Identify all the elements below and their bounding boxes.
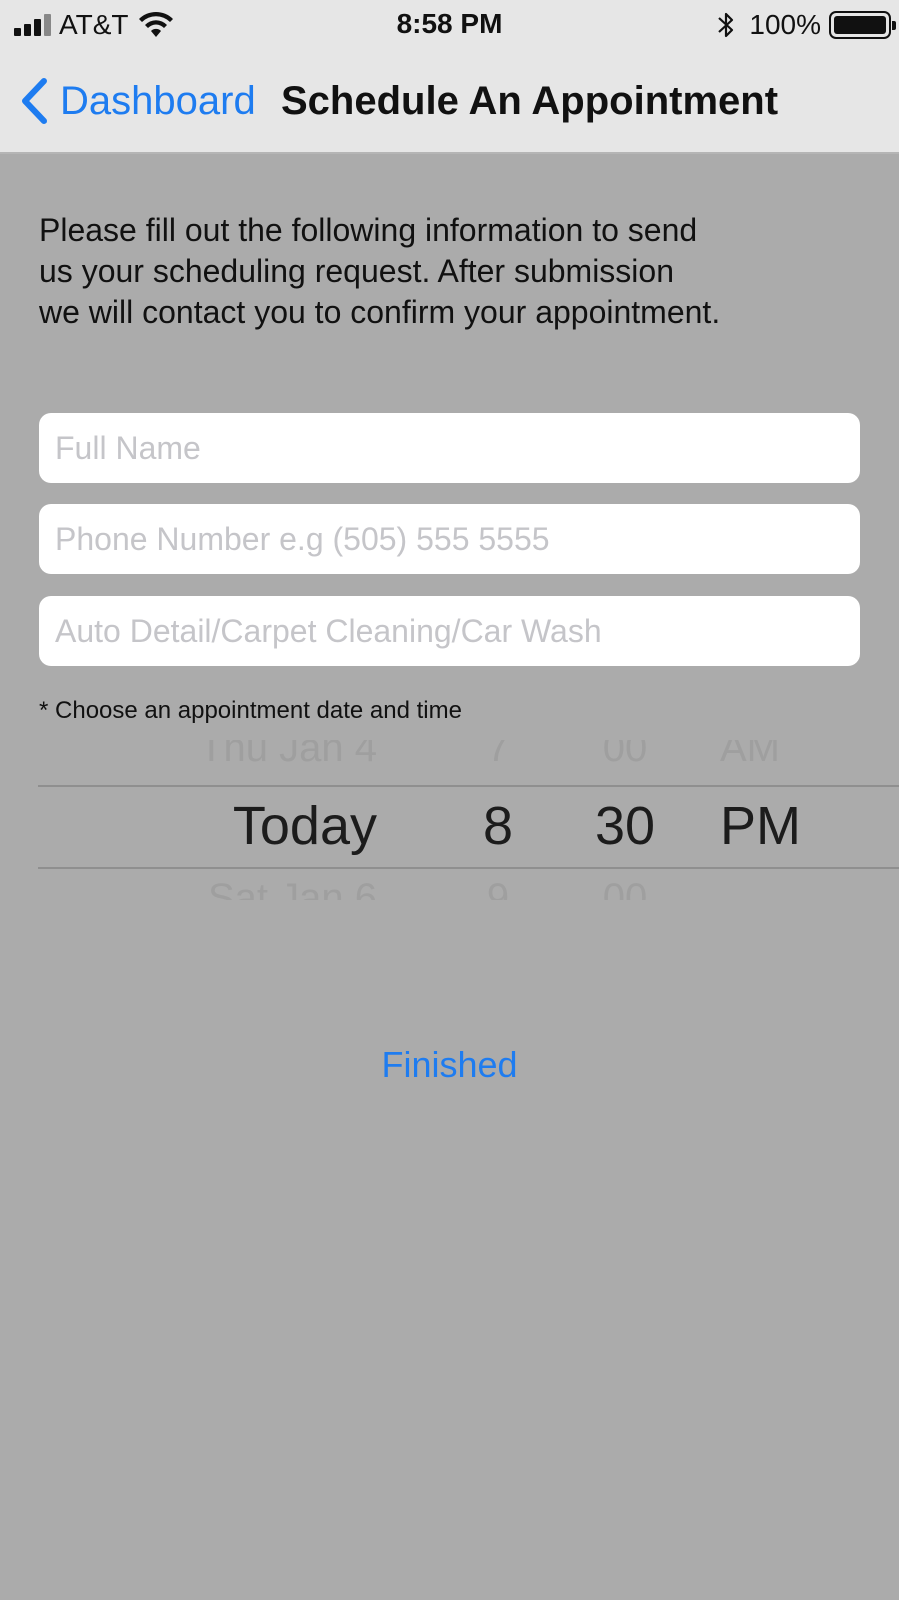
battery-icon xyxy=(829,11,896,39)
intro-line: we will contact you to confirm your appo… xyxy=(39,294,721,330)
full-name-input[interactable] xyxy=(39,413,860,483)
battery-percentage: 100% xyxy=(749,9,821,40)
chevron-left-icon xyxy=(22,78,47,124)
picker-hour-selected[interactable]: 8 xyxy=(458,795,538,857)
date-time-picker[interactable]: Thu Jan 4 7 00 AM Today 8 30 PM Sat Jan … xyxy=(0,740,899,900)
picker-minute-option[interactable]: 00 xyxy=(585,740,665,771)
picker-date-selected[interactable]: Today xyxy=(233,795,377,857)
navigation-bar: Dashboard Schedule An Appointment xyxy=(0,50,899,154)
picker-minute-option[interactable]: 00 xyxy=(585,876,665,900)
intro-text: Please fill out the following informatio… xyxy=(39,210,859,333)
page-title: Schedule An Appointment xyxy=(281,79,779,123)
picker-ampm-option[interactable]: AM xyxy=(720,740,780,771)
service-type-input[interactable] xyxy=(39,596,860,666)
status-bar: AT&T 8:58 PM 100% xyxy=(0,0,899,50)
back-button-label: Dashboard xyxy=(60,78,256,123)
picker-ampm-selected[interactable]: PM xyxy=(720,795,801,857)
picker-hour-option[interactable]: 9 xyxy=(458,876,538,900)
back-button[interactable]: Dashboard xyxy=(18,76,256,126)
finished-button[interactable]: Finished xyxy=(0,1044,899,1086)
picker-selection-bottom-line xyxy=(38,867,899,869)
picker-date-option[interactable]: Thu Jan 4 xyxy=(199,740,377,771)
status-right: 100% xyxy=(715,8,896,42)
picker-label: * Choose an appointment date and time xyxy=(39,697,462,724)
intro-line: Please fill out the following informatio… xyxy=(39,212,698,248)
bluetooth-icon xyxy=(718,12,734,38)
intro-line: us your scheduling request. After submis… xyxy=(39,253,674,289)
picker-minute-selected[interactable]: 30 xyxy=(585,795,665,857)
picker-date-option[interactable]: Sat Jan 6 xyxy=(208,876,377,900)
picker-hour-option[interactable]: 7 xyxy=(458,740,538,771)
phone-number-input[interactable] xyxy=(39,504,860,574)
picker-selection-top-line xyxy=(38,785,899,787)
